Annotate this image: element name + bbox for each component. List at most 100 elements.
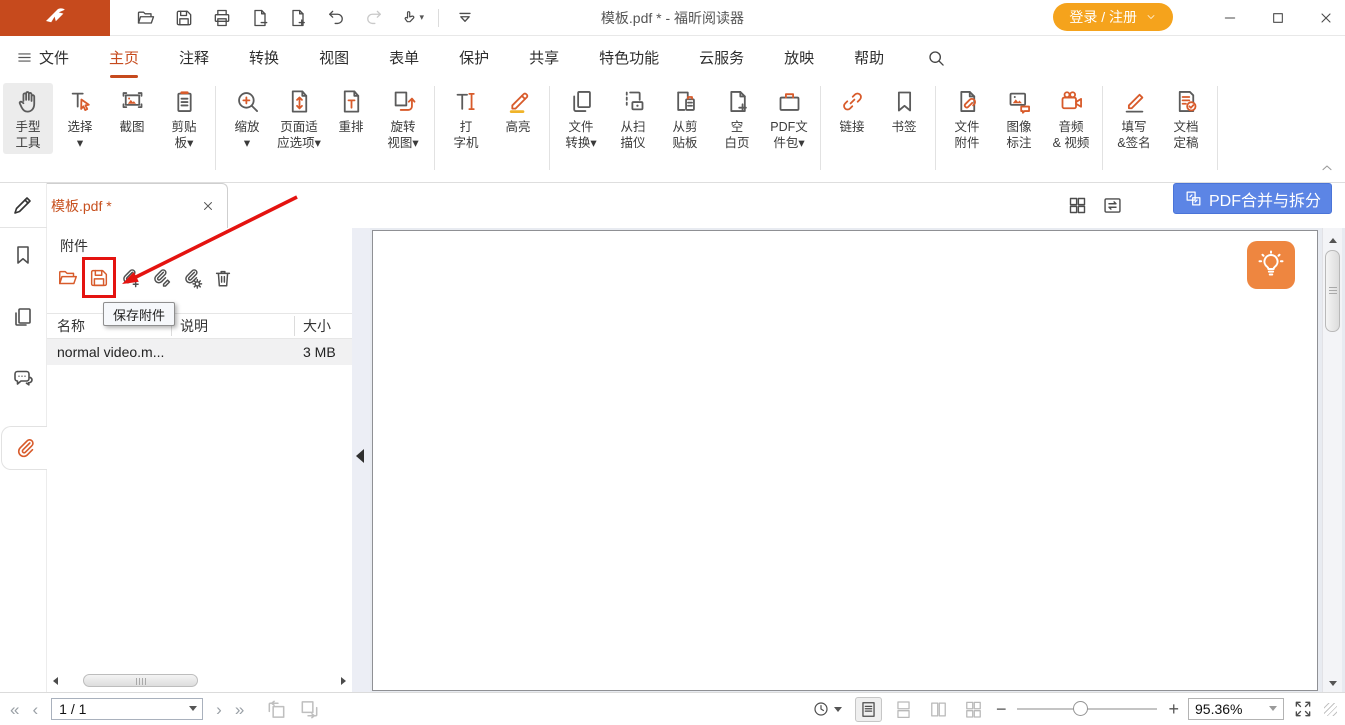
zoom-slider[interactable] [1017,701,1157,717]
attachment-settings-button[interactable] [181,267,203,289]
facing-continuous-view-button[interactable] [960,697,987,722]
next-view-button[interactable] [298,698,321,721]
vertical-scrollbar[interactable] [1322,228,1342,692]
scroll-down-icon[interactable] [1329,681,1337,686]
horizontal-scroll-thumb[interactable] [83,674,198,687]
previous-page-button[interactable]: ‹ [32,701,38,718]
menu-tab-protect[interactable]: 保护 [459,47,489,68]
fullscreen-button[interactable] [1293,699,1313,719]
zoom-slider-thumb[interactable] [1073,701,1088,716]
collapse-ribbon-icon[interactable] [1319,160,1335,176]
quick-annotate-icon[interactable] [11,193,35,217]
collapse-panel-icon[interactable] [356,449,364,463]
page-tile-view-icon[interactable] [1067,195,1088,216]
ribbon-file-attachment[interactable]: 文件附件 [942,83,992,154]
ribbon-from-scanner[interactable]: 从扫描仪 [608,83,658,154]
ribbon-pdf-portfolio[interactable]: PDF文件包▾ [764,83,814,154]
ribbon-doc-finalize[interactable]: 文档定稿 [1161,83,1211,154]
insert-pages-button[interactable] [286,6,310,30]
menu-tab-home[interactable]: 主页 [109,47,139,68]
ribbon-fit-page-options[interactable]: 页面适应选项▾ [274,83,324,154]
chevron-down-icon[interactable] [1269,706,1277,711]
scroll-left-icon[interactable] [48,673,62,688]
menu-tab-share[interactable]: 共享 [529,47,559,68]
scroll-up-icon[interactable] [1329,238,1337,243]
ribbon-rotate-view[interactable]: 旋转视图▾ [378,83,428,154]
ribbon-blank-page[interactable]: 空白页 [712,83,762,154]
ribbon-hand-tool[interactable]: 手型工具 [3,83,53,154]
open-file-button[interactable] [134,6,158,30]
chevron-down-icon[interactable] [834,707,842,712]
delete-pages-button[interactable] [248,6,272,30]
scroll-right-icon[interactable] [336,673,350,688]
ribbon-snapshot[interactable]: 截图 [107,83,157,154]
sidebar-item-bookmarks-panel[interactable] [0,240,47,270]
sidebar-item-pages-panel[interactable] [0,302,47,332]
edit-attachment-button[interactable] [150,267,172,289]
menu-tab-comment[interactable]: 注释 [179,47,209,68]
attachments-table-rows: normal video.m...3 MB [47,339,352,365]
horizontal-scroll-track[interactable] [62,673,336,688]
ribbon-link[interactable]: 链接 [827,83,877,138]
facing-view-button[interactable] [925,697,952,722]
ribbon-fill-sign[interactable]: 填写&签名 [1109,83,1159,154]
ribbon-convert-file[interactable]: 文件转换▾ [556,83,606,154]
sidebar-item-comments-panel[interactable] [0,364,47,394]
login-register-button[interactable]: 登录 / 注册 [1053,3,1173,31]
resize-grip[interactable] [1324,703,1337,716]
menu-tab-cloud[interactable]: 云服务 [699,47,744,68]
menu-tab-features[interactable]: 特色功能 [599,47,659,68]
sidebar-item-attachments-panel[interactable] [1,426,48,470]
undo-button[interactable] [324,6,348,30]
next-page-button[interactable]: › [216,701,222,718]
ribbon-highlight[interactable]: 高亮 [493,83,543,154]
menu-tab-present[interactable]: 放映 [784,47,814,68]
vertical-scroll-thumb[interactable] [1325,250,1340,332]
customize-qat-button[interactable] [453,6,477,30]
open-attachment-button[interactable] [57,267,79,289]
previous-view-button[interactable] [265,698,288,721]
ribbon-select-tool[interactable]: 选择▾ [55,83,105,154]
ribbon-from-clipboard[interactable]: 从剪贴板 [660,83,710,154]
add-attachment-button[interactable] [119,267,141,289]
horizontal-scrollbar[interactable] [48,672,350,689]
page-number-input[interactable]: 1 / 1 [51,698,203,720]
zoom-in-button[interactable]: + [1168,700,1179,718]
ribbon-clipboard[interactable]: 剪贴板▾ [159,83,209,154]
menu-tab-convert[interactable]: 转换 [249,47,279,68]
pdf-merge-split-button[interactable]: PDF合并与拆分 [1173,183,1332,214]
save-file-button[interactable] [172,6,196,30]
close-window-icon [1318,10,1334,26]
close-tab-icon[interactable] [201,199,215,213]
ribbon-reflow[interactable]: 重排 [326,83,376,154]
menu-tab-help[interactable]: 帮助 [854,47,884,68]
single-page-view-button[interactable] [855,697,882,722]
menu-tab-view[interactable]: 视图 [319,47,349,68]
first-page-button[interactable]: « [10,701,19,718]
menu-tab-form[interactable]: 表单 [389,47,419,68]
zoom-level-input[interactable]: 95.36% [1188,698,1284,720]
ribbon-bookmark[interactable]: 书签 [879,83,929,138]
ribbon-audio-video[interactable]: 音频& 视频 [1046,83,1096,154]
chevron-down-icon[interactable] [189,706,197,711]
document-tab[interactable]: 模板.pdf * [38,183,228,228]
panel-splitter[interactable] [352,228,370,692]
print-button[interactable] [210,6,234,30]
read-mode-button[interactable] [812,700,842,718]
maximize-button[interactable] [1267,7,1289,29]
switch-document-icon[interactable] [1102,195,1123,216]
assistant-lightbulb-button[interactable] [1247,241,1295,289]
ribbon-typewriter[interactable]: 打字机 [441,83,491,154]
last-page-button[interactable]: » [235,701,244,718]
minimize-button[interactable] [1219,7,1241,29]
continuous-view-button[interactable] [890,697,917,722]
table-row[interactable]: normal video.m...3 MB [47,339,352,365]
close-window-button[interactable] [1315,7,1337,29]
menu-tab-file[interactable]: 文件 [16,47,69,68]
delete-attachment-button[interactable] [212,267,234,289]
search-icon[interactable] [926,48,946,68]
select-mode-button[interactable]: ▾ [400,6,424,30]
zoom-out-button[interactable]: − [996,700,1007,718]
ribbon-zoom[interactable]: 缩放▾ [222,83,272,154]
ribbon-image-annotation[interactable]: 图像标注 [994,83,1044,154]
